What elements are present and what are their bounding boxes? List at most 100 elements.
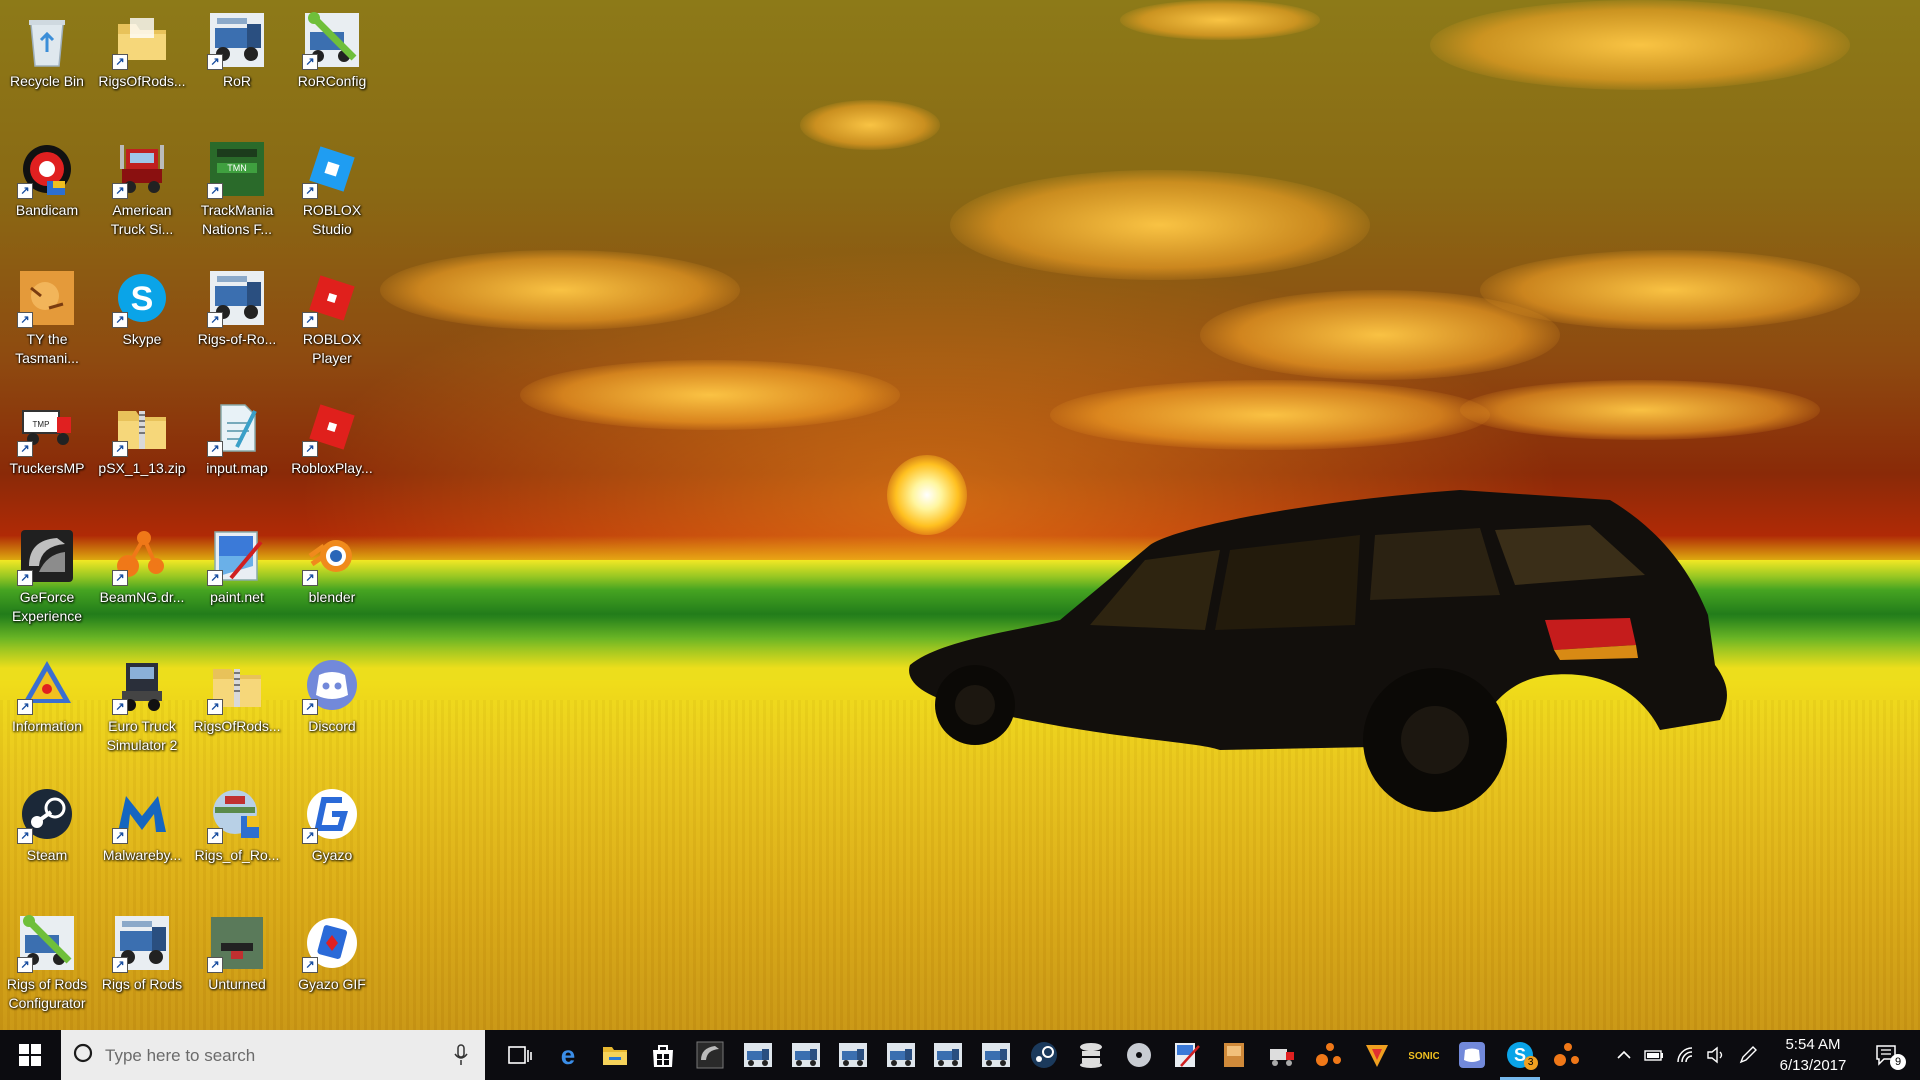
taskbar-app-disc[interactable] — [1115, 1030, 1163, 1080]
truckersmp-icon: TMP ↗ — [17, 397, 77, 457]
desktop-icon-malwarebytes[interactable]: ↗ Malwareby... — [96, 776, 188, 900]
taskbar-app-truckersmp[interactable] — [1258, 1030, 1306, 1080]
shortcut-arrow-icon: ↗ — [207, 183, 223, 199]
taskbar-app-rigs-of-rods-truck[interactable] — [782, 1030, 830, 1080]
shortcut-arrow-icon: ↗ — [17, 957, 33, 973]
sonic-icon: SONIC — [1409, 1040, 1441, 1070]
desktop-icon-zip-folder[interactable]: ↗ pSX_1_13.zip — [96, 389, 188, 513]
shortcut-arrow-icon: ↗ — [302, 441, 318, 457]
desktop-icon-label: blender — [308, 589, 356, 605]
clock-date: 6/13/2017 — [1779, 1057, 1847, 1074]
action-center-button[interactable]: 9 — [1868, 1040, 1908, 1072]
taskbar-app-sonic[interactable]: SONIC — [1400, 1030, 1448, 1080]
taskbar-app-arrow-app[interactable] — [1353, 1030, 1401, 1080]
desktop-icon-roblox-studio[interactable]: ↗ ROBLOX Studio — [286, 131, 378, 255]
desktop-icon-bandicam[interactable]: ↗ Bandicam — [1, 131, 93, 255]
cloud — [380, 250, 740, 330]
desktop-icon-label: BeamNG.dr... — [99, 589, 185, 605]
desktop-icon-roblox-player[interactable]: ↗ ROBLOX Player — [286, 260, 378, 384]
taskbar-app-rigs-of-rods-truck[interactable] — [924, 1030, 972, 1080]
taskbar-app-rigs-of-rods-truck[interactable] — [877, 1030, 925, 1080]
taskbar-app-edge[interactable]: e — [544, 1030, 592, 1080]
gyazo-icon: ↗ — [302, 784, 362, 844]
notification-count-badge: 9 — [1890, 1054, 1906, 1070]
disc-icon — [1124, 1040, 1154, 1070]
desktop-icon-skype[interactable]: S ↗ Skype — [96, 260, 188, 384]
wifi-icon[interactable] — [1674, 1043, 1698, 1067]
steam-icon — [1029, 1040, 1059, 1070]
desktop-icon-rigs-of-rods-installer[interactable]: ↗ Rigs_of_Ro... — [191, 776, 283, 900]
desktop-icon-truckersmp[interactable]: TMP ↗ TruckersMP — [1, 389, 93, 513]
desktop-icon-unturned[interactable]: ↗ Unturned — [191, 905, 283, 1029]
desktop-icon-folder[interactable]: ↗ RigsOfRods... — [96, 2, 188, 126]
start-button[interactable] — [0, 1030, 60, 1080]
paint-net-icon: ↗ — [207, 526, 267, 586]
taskbar-app-store[interactable] — [639, 1030, 687, 1080]
taskbar-app-file-explorer[interactable] — [591, 1030, 639, 1080]
taskbar-app-skype[interactable]: S3 — [1496, 1030, 1544, 1080]
taskbar-app-paint-net[interactable] — [1162, 1030, 1210, 1080]
taskbar-app-rigs-of-rods-truck[interactable] — [829, 1030, 877, 1080]
taskbar-app-task-view[interactable] — [496, 1030, 544, 1080]
desktop-icon-zip-folder[interactable]: ↗ RigsOfRods... — [191, 647, 283, 771]
shortcut-arrow-icon: ↗ — [17, 312, 33, 328]
desktop-icon-rorconfig[interactable]: ↗ RoRConfig — [286, 2, 378, 126]
taskbar-app-discord[interactable] — [1448, 1030, 1496, 1080]
desktop-icon-discord[interactable]: ↗ Discord — [286, 647, 378, 771]
stack-icon — [1076, 1040, 1106, 1070]
car-silhouette — [909, 490, 1727, 812]
folder-icon: ↗ — [112, 10, 172, 70]
task-view-icon — [505, 1040, 535, 1070]
desktop-icon-label: RigsOfRods... — [193, 718, 281, 734]
taskbar-app-stack[interactable] — [1067, 1030, 1115, 1080]
desktop-icon-paint-net[interactable]: ↗ paint.net — [191, 518, 283, 642]
desktop-icon-trackmania[interactable]: TMN ↗ TrackMania Nations F... — [191, 131, 283, 255]
microphone-icon[interactable] — [454, 1044, 468, 1066]
shortcut-arrow-icon: ↗ — [207, 441, 223, 457]
taskbar-app-rigs-of-rods-truck[interactable] — [734, 1030, 782, 1080]
euro-truck-simulator-icon: ↗ — [112, 655, 172, 715]
desktop-icon-label: Recycle Bin — [10, 73, 84, 89]
volume-icon[interactable] — [1704, 1043, 1728, 1067]
chevron-up-icon[interactable] — [1612, 1043, 1636, 1067]
desktop-icon-rigs-of-rods-truck[interactable]: ↗ RoR — [191, 2, 283, 126]
pen-ink-icon[interactable] — [1736, 1043, 1760, 1067]
zip-folder-icon: ↗ — [112, 397, 172, 457]
desktop-icon-geforce-experience[interactable]: ↗ GeForce Experience — [1, 518, 93, 642]
gyazo-gif-icon: ↗ — [302, 913, 362, 973]
taskbar-app-beamng[interactable] — [1305, 1030, 1353, 1080]
taskbar-app-geforce-experience[interactable] — [686, 1030, 734, 1080]
battery-icon[interactable] — [1642, 1043, 1666, 1067]
desktop-icon-recycle-bin[interactable]: Recycle Bin — [1, 2, 93, 126]
truckersmp-icon — [1267, 1040, 1297, 1070]
desktop-icon-euro-truck-simulator[interactable]: ↗ Euro Truck Simulator 2 — [96, 647, 188, 771]
desktop-icon-blender[interactable]: ↗ blender — [286, 518, 378, 642]
desktop-icon-label: RoR — [222, 73, 251, 89]
desktop-icon-ty-the-tasmanian-tiger[interactable]: ↗ TY the Tasmani... — [1, 260, 93, 384]
taskbar-app-rigs-of-rods-truck[interactable] — [972, 1030, 1020, 1080]
desktop-icon-label: GeForce Experience — [11, 589, 83, 624]
geforce-experience-icon — [695, 1040, 725, 1070]
taskbar-app-game-box[interactable] — [1210, 1030, 1258, 1080]
desktop-icon-information[interactable]: ↗ Information — [1, 647, 93, 771]
taskbar-app-beamng[interactable] — [1543, 1030, 1591, 1080]
desktop-icon-beamng[interactable]: ↗ BeamNG.dr... — [96, 518, 188, 642]
desktop-icon-rigs-of-rods-truck[interactable]: ↗ Rigs of Rods — [96, 905, 188, 1029]
cloud — [1050, 380, 1490, 450]
desktop-icon-american-truck-simulator[interactable]: ↗ American Truck Si... — [96, 131, 188, 255]
desktop-icon-steam[interactable]: ↗ Steam — [1, 776, 93, 900]
desktop-icon-roblox-player[interactable]: ↗ RobloxPlay... — [286, 389, 378, 513]
shortcut-arrow-icon: ↗ — [302, 957, 318, 973]
rorconfig-icon: ↗ — [17, 913, 77, 973]
rigs-of-rods-truck-icon: ↗ — [207, 10, 267, 70]
desktop-icon-rigs-of-rods-truck[interactable]: ↗ Rigs-of-Ro... — [191, 260, 283, 384]
desktop-icon-rorconfig[interactable]: ↗ Rigs of Rods Configurator — [1, 905, 93, 1029]
taskbar-app-steam[interactable] — [1020, 1030, 1068, 1080]
desktop-icon-gyazo[interactable]: ↗ Gyazo — [286, 776, 378, 900]
desktop-icon-label: Discord — [308, 718, 356, 734]
clock[interactable]: 5:54 AM 6/13/2017 — [1760, 1034, 1866, 1076]
desktop-icon-notepad-file[interactable]: ↗ input.map — [191, 389, 283, 513]
search-box[interactable]: Type here to search — [61, 1030, 485, 1080]
desktop-icon-gyazo-gif[interactable]: ↗ Gyazo GIF — [286, 905, 378, 1029]
rigs-of-rods-truck-icon — [933, 1040, 963, 1070]
